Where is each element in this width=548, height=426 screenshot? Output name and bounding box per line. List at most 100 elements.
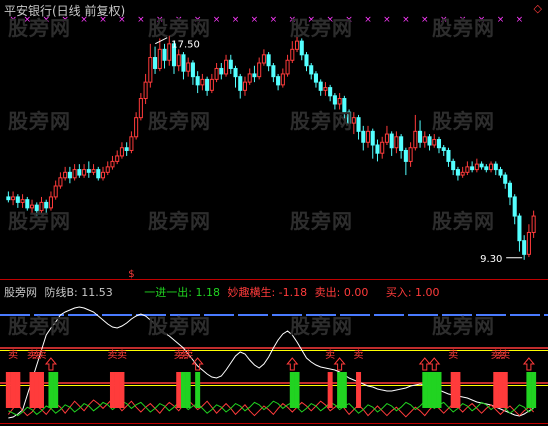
- candle-body: [455, 169, 460, 176]
- candle-body: [512, 196, 517, 217]
- buy-signal-bar: [53, 372, 59, 408]
- sell-value: 卖出: 0.00: [314, 286, 369, 299]
- buy-arrow-icon: [428, 357, 441, 371]
- candle-body: [53, 185, 58, 198]
- candle-body: [517, 215, 522, 242]
- sell-signal-bar: [5, 372, 11, 408]
- sell-label: 卖: [183, 349, 193, 361]
- candle-body: [100, 171, 106, 179]
- candle-body: [181, 54, 186, 72]
- watermark: 股旁网: [432, 314, 495, 338]
- line-b-value: 防线B: 11.53: [44, 286, 113, 299]
- candle-body: [432, 139, 437, 146]
- sell-label: 卖: [8, 349, 18, 361]
- buy-signal-bar: [436, 372, 442, 408]
- candle-body: [67, 171, 72, 179]
- watermark: 股旁网: [8, 16, 71, 40]
- sell-label: 卖: [36, 349, 46, 361]
- candle-body: [257, 62, 262, 78]
- candle-body: [285, 59, 290, 75]
- candle-body: [299, 40, 304, 56]
- candle-body: [394, 136, 399, 149]
- buy-arrow-icon: [44, 357, 58, 371]
- candle-body: [304, 54, 309, 67]
- candle-body: [266, 54, 271, 67]
- candle-body: [441, 147, 446, 151]
- high-price-label: 17.50: [171, 40, 200, 51]
- buy-signal-bar: [341, 372, 347, 408]
- buy-value: 买入: 1.00: [385, 286, 440, 299]
- candle-body: [115, 155, 120, 162]
- watermark: 股旁网: [8, 209, 71, 233]
- diamond-icon[interactable]: ◇: [534, 2, 542, 15]
- sell-signal-bar: [15, 372, 21, 408]
- top-cross-marker: ×: [402, 15, 410, 25]
- sell-label: 卖: [325, 349, 335, 361]
- candle-body: [148, 57, 153, 83]
- buy-signal-bar: [185, 372, 191, 408]
- buy-signal-bar: [337, 372, 343, 408]
- watermark: 股旁网: [432, 209, 495, 233]
- sell-label: 卖: [500, 349, 510, 361]
- candle-body: [328, 87, 333, 97]
- candle-body: [493, 163, 498, 171]
- top-cross-marker: ×: [270, 15, 278, 25]
- sell-label: 卖: [448, 349, 458, 361]
- candle-body: [323, 87, 328, 91]
- watermark: 股旁网: [290, 314, 353, 338]
- top-cross-marker: ×: [516, 15, 524, 25]
- sell-signal-bar: [493, 372, 499, 408]
- candle-body: [427, 136, 432, 146]
- candle-body: [176, 54, 181, 67]
- candle-body: [436, 139, 442, 149]
- sell-signal-bar: [498, 372, 504, 408]
- candle-body: [294, 40, 300, 50]
- candle-body: [214, 67, 219, 80]
- candle-body: [290, 48, 295, 61]
- candle-body: [134, 117, 139, 138]
- candle-body: [507, 182, 513, 198]
- yijinyichu-value: 一进一出: 1.18: [144, 286, 220, 299]
- buy-signal-bar: [526, 372, 532, 408]
- candle-body: [361, 130, 366, 143]
- candle-body: [91, 169, 96, 173]
- sell-signal-bar: [114, 372, 120, 408]
- candle-body: [503, 174, 508, 184]
- candle-body: [157, 48, 162, 69]
- candle-body: [489, 163, 494, 171]
- candle-body: [11, 196, 16, 201]
- buy-signal-bar: [294, 372, 300, 408]
- candle-body: [138, 98, 143, 119]
- candle-body: [96, 169, 101, 179]
- top-cross-marker: ×: [421, 15, 429, 25]
- buy-signal-bar: [195, 372, 201, 408]
- candle-body: [228, 59, 233, 69]
- top-cross-marker: ×: [364, 15, 372, 25]
- watermark: 股旁网: [290, 209, 353, 233]
- candle-body: [209, 78, 214, 91]
- candle-body: [479, 163, 484, 168]
- candle-body: [365, 130, 371, 143]
- sell-signal-bar: [109, 372, 115, 408]
- candle-body: [531, 215, 536, 233]
- candle-body: [451, 160, 456, 171]
- candle-body: [408, 147, 413, 162]
- sell-signal-bar: [176, 372, 182, 408]
- watermark: 股旁网: [432, 109, 495, 133]
- top-cross-marker: ×: [251, 15, 259, 25]
- sell-signal-bar: [450, 372, 456, 408]
- buy-signal-bar: [422, 372, 428, 408]
- top-cross-marker: ×: [137, 15, 145, 25]
- candle-body: [124, 147, 129, 151]
- buy-signal-bar: [289, 372, 295, 408]
- watermark: 股旁网: [148, 109, 211, 133]
- sell-signal-bar: [34, 372, 40, 408]
- buy-arrow-icon: [286, 357, 299, 371]
- sell-dollar-marker: $: [128, 269, 134, 280]
- top-cross-marker: ×: [213, 15, 221, 25]
- candle-body: [276, 76, 281, 86]
- candle-body: [252, 73, 257, 78]
- indicator-info-row: 股旁网 防线B: 11.53 一进一出: 1.18 妙趣横生: -1.18 卖出…: [4, 284, 444, 300]
- watermark: 股旁网: [8, 314, 71, 338]
- buy-signal-bar: [531, 372, 537, 408]
